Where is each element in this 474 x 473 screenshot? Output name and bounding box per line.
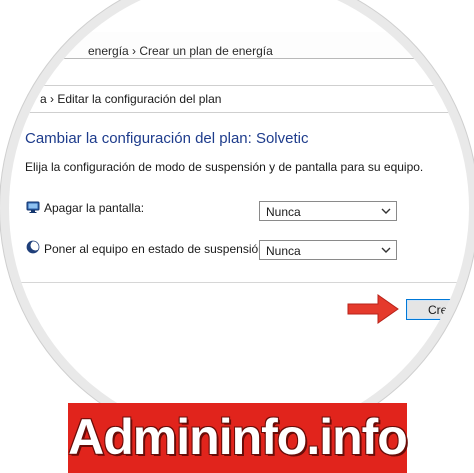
display-off-value: Nunca xyxy=(266,205,301,219)
sleep-select[interactable]: Nunca xyxy=(259,240,397,260)
watermark-text: Admininfo.info xyxy=(68,409,408,465)
breadcrumb-text[interactable]: a › Editar la configuración del plan xyxy=(40,92,221,106)
create-button[interactable]: Crear xyxy=(406,299,469,320)
display-off-label: Apagar la pantalla: xyxy=(44,201,145,215)
breadcrumb-top: energía › Crear un plan de energía xyxy=(9,32,469,59)
create-button-label: Crear xyxy=(428,303,459,317)
sleep-label: Poner al equipo en estado de suspensión: xyxy=(44,242,269,256)
chevron-down-icon xyxy=(381,247,391,253)
display-off-select[interactable]: Nunca xyxy=(259,201,397,221)
sleep-value: Nunca xyxy=(266,244,301,258)
watermark-banner: Admininfo.info xyxy=(68,403,408,473)
breadcrumb-top-text[interactable]: energía › Crear un plan de energía xyxy=(88,44,273,58)
chevron-down-icon xyxy=(381,208,391,214)
footer-divider xyxy=(9,282,469,283)
moon-icon xyxy=(26,240,40,254)
screenshot-stage: energía › Crear un plan de energía a › E… xyxy=(0,0,474,473)
page-title: Cambiar la configuración del plan: Solve… xyxy=(25,130,309,147)
page-subtitle: Elija la configuración de modo de suspen… xyxy=(25,160,424,174)
red-arrow-icon xyxy=(347,294,399,324)
magnifier-lens: energía › Crear un plan de energía a › E… xyxy=(9,0,469,438)
display-icon xyxy=(26,201,40,213)
breadcrumb: a › Editar la configuración del plan xyxy=(9,85,469,113)
power-plan-window: energía › Crear un plan de energía a › E… xyxy=(9,0,469,438)
